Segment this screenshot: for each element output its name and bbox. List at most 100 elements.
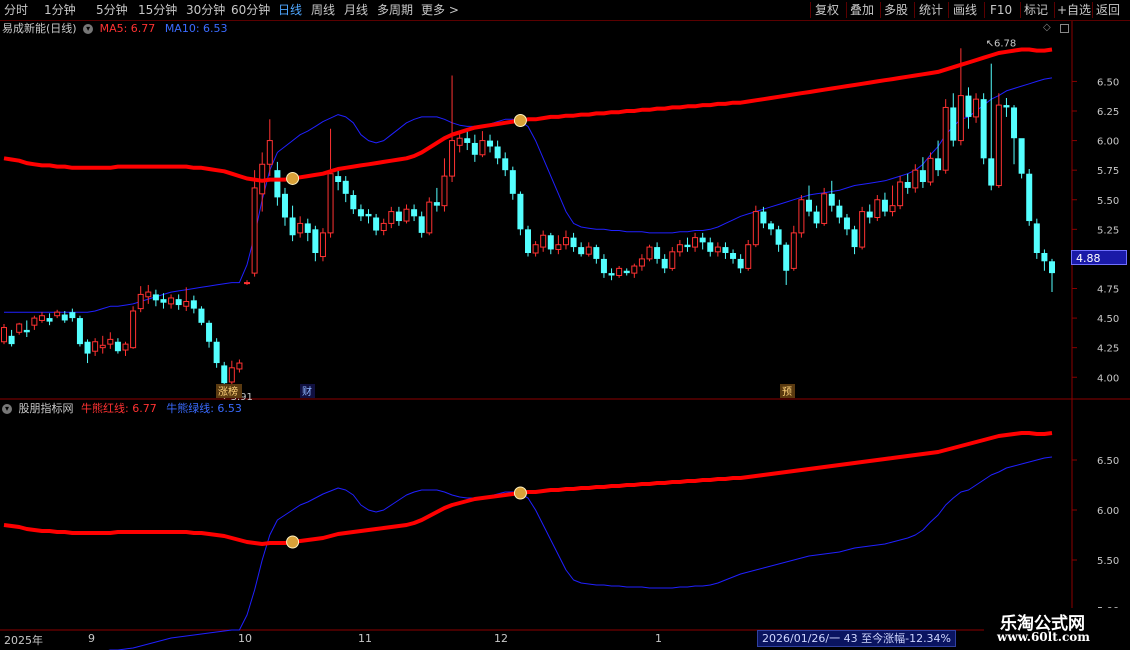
- candle-body: [327, 173, 334, 234]
- candle-body: [957, 95, 964, 142]
- price-tick-label: 4.00: [1097, 373, 1119, 384]
- price-tick-label: 5.75: [1097, 166, 1119, 177]
- candle-body: [335, 176, 342, 182]
- candle-body: [950, 107, 957, 141]
- candle-body: [798, 199, 805, 234]
- candle-body: [456, 137, 463, 146]
- candle-body: [54, 311, 61, 317]
- candle-body: [388, 211, 395, 224]
- candle-body: [654, 247, 661, 259]
- indicator-tick-label: 6.50: [1097, 456, 1119, 467]
- price-tick-label: 4.25: [1097, 344, 1119, 355]
- candle-body: [821, 193, 828, 224]
- candle-body: [418, 216, 425, 233]
- candle-body: [843, 217, 850, 230]
- candle-body: [616, 267, 623, 276]
- candle-body: [836, 205, 843, 218]
- candle-body: [730, 253, 737, 259]
- candle-body: [274, 170, 281, 198]
- candle-body: [684, 244, 691, 248]
- candle-body: [714, 246, 721, 253]
- price-tick-label: 5.25: [1097, 225, 1119, 236]
- candle-body: [266, 140, 273, 165]
- candle-body: [631, 265, 638, 274]
- price-tick-label: 6.25: [1097, 107, 1119, 118]
- candle-body: [487, 140, 494, 147]
- indicator-tick-label: 5.50: [1097, 556, 1119, 567]
- candle-body: [1, 327, 7, 343]
- candle-body: [206, 322, 213, 342]
- candle-body: [919, 170, 926, 182]
- date-label: 1: [655, 632, 662, 645]
- candle-body: [350, 195, 357, 210]
- candle-body: [578, 247, 585, 255]
- ma10-line: [4, 77, 1053, 313]
- candle-body: [623, 270, 630, 274]
- hand-signal-icon: [513, 113, 527, 127]
- candle-body: [1033, 223, 1040, 253]
- candle-body: [646, 246, 653, 260]
- candle-body: [198, 308, 205, 323]
- candle-body: [8, 335, 15, 345]
- candle-body: [752, 211, 759, 246]
- date-label: 12: [494, 632, 508, 645]
- current-price-tag: 4.88: [1071, 250, 1127, 265]
- candle-body: [1011, 107, 1018, 139]
- candle-body: [441, 175, 448, 207]
- candle-body: [494, 146, 501, 159]
- candle-body: [16, 323, 23, 333]
- candle-body: [676, 244, 683, 253]
- money-bag-icon: [286, 171, 300, 185]
- event-badge-label: 预: [782, 386, 792, 398]
- kline-chart[interactable]: 6.506.256.005.755.505.255.004.754.504.25…: [0, 0, 1130, 650]
- candle-body: [99, 344, 106, 349]
- candle-body: [289, 217, 296, 236]
- candle-body: [160, 299, 167, 303]
- candle-body: [251, 187, 258, 274]
- candle-body: [281, 193, 288, 218]
- candle-body: [874, 199, 881, 218]
- high-marker: ↖6.78: [986, 38, 1017, 49]
- candle-body: [23, 329, 30, 333]
- candle-body: [46, 318, 53, 322]
- candle-body: [760, 211, 767, 224]
- watermark-url: www.60lt.com: [997, 630, 1090, 644]
- candle-body: [411, 209, 418, 217]
- candle-body: [228, 367, 235, 383]
- bear-bull-green-line: [108, 456, 1053, 650]
- candle-body: [859, 211, 866, 248]
- candle-body: [783, 244, 790, 271]
- candle-body: [342, 180, 349, 194]
- candle-body: [449, 140, 456, 177]
- candle-body: [525, 229, 531, 253]
- candle-body: [145, 291, 152, 298]
- candle-body: [722, 247, 729, 253]
- candle-body: [84, 341, 91, 354]
- candle-body: [927, 157, 934, 183]
- candle-body: [297, 222, 304, 234]
- candle-body: [433, 202, 440, 206]
- candle-body: [221, 365, 228, 384]
- candle-body: [745, 244, 752, 269]
- date-label: 2025年: [4, 634, 43, 647]
- candle-body: [403, 208, 410, 222]
- event-badge-label: 财: [302, 385, 312, 398]
- candle-body: [737, 258, 744, 269]
- candle-body: [585, 246, 592, 255]
- candle-body: [692, 237, 699, 248]
- candle-body: [912, 169, 919, 189]
- candle-body: [562, 237, 569, 246]
- candle-body: [942, 106, 949, 171]
- candle-body: [540, 234, 547, 248]
- candle-body: [669, 251, 676, 269]
- ma5-line: [3, 47, 1053, 183]
- candle-body: [244, 282, 251, 285]
- price-tick-label: 4.75: [1097, 285, 1119, 296]
- candle-body: [790, 232, 797, 269]
- candle-body: [373, 217, 380, 231]
- candle-body: [1026, 173, 1033, 222]
- candle-body: [973, 98, 980, 118]
- candle-body: [988, 158, 995, 186]
- candle-body: [1018, 138, 1025, 174]
- candle-body: [304, 223, 311, 233]
